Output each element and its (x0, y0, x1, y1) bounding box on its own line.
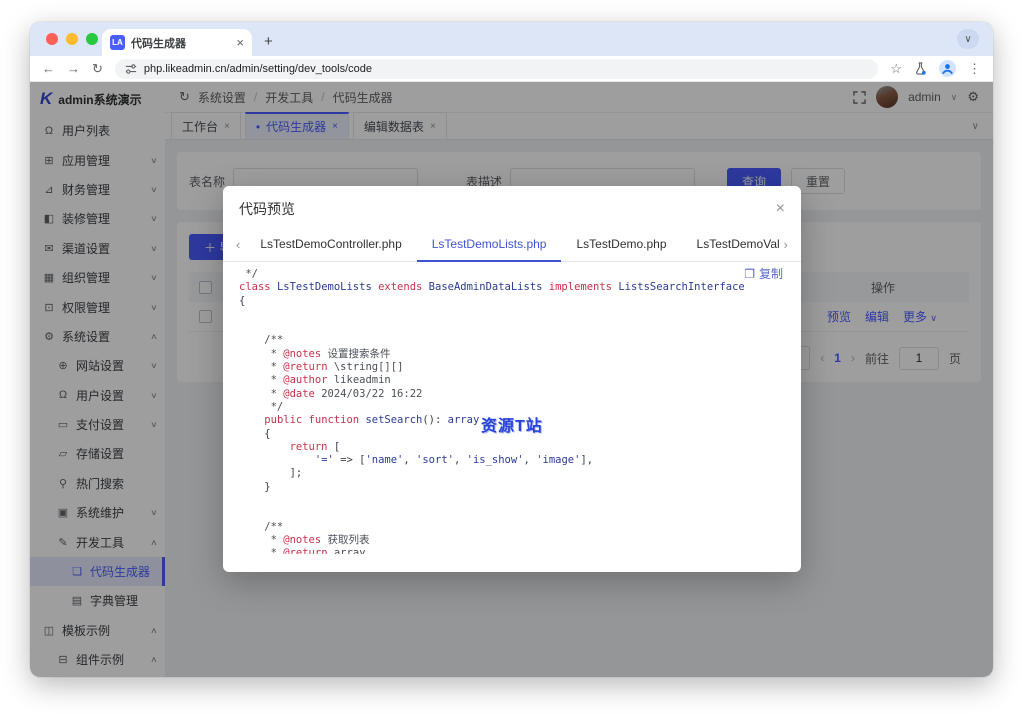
watermark: 资源T站 (481, 420, 543, 433)
minimize-window-button[interactable] (66, 33, 78, 45)
file-tabs-next-icon[interactable]: › (779, 237, 793, 252)
copy-label: 复制 (759, 268, 783, 281)
new-tab-button[interactable]: + (264, 33, 273, 50)
code-line (239, 494, 785, 507)
file-tab-list: LsTestDemoController.phpLsTestDemoLists.… (245, 228, 778, 262)
back-icon[interactable]: ← (42, 62, 55, 75)
forward-icon[interactable]: → (67, 62, 80, 75)
file-tab[interactable]: LsTestDemo.php (561, 228, 681, 262)
window-controls (46, 33, 98, 45)
code-line: * @return array (239, 547, 785, 554)
zoom-window-button[interactable] (86, 33, 98, 45)
code-preview-modal: 代码预览 × ‹ LsTestDemoController.phpLsTestD… (223, 186, 801, 572)
reload-icon[interactable]: ↻ (92, 62, 103, 75)
code-line: */ (239, 268, 785, 281)
browser-window: LA 代码生成器 × + ∨ ← → ↻ php.likeadmin.cn/ad… (30, 22, 993, 677)
code-line (239, 321, 785, 334)
modal-header: 代码预览 × (223, 186, 801, 228)
site-settings-icon[interactable] (125, 63, 137, 75)
tab-close-icon[interactable]: × (236, 36, 244, 49)
browser-tab-strip: LA 代码生成器 × + ∨ (30, 22, 993, 56)
kebab-menu-icon[interactable]: ⋮ (968, 62, 981, 75)
browser-tab[interactable]: LA 代码生成器 × (102, 29, 252, 56)
file-tab[interactable]: LsTestDemoController.php (245, 228, 416, 262)
modal-title: 代码预览 (239, 199, 295, 219)
code-line (239, 308, 785, 321)
file-tab[interactable]: LsTestDemoValidate.php (682, 228, 779, 262)
code-line: * @notes 获取列表 (239, 534, 785, 547)
code-line: class LsTestDemoLists extends BaseAdminD… (239, 281, 785, 294)
code-line: '=' => ['name', 'sort', 'is_show', 'imag… (239, 454, 785, 467)
file-tabs-prev-icon[interactable]: ‹ (231, 237, 245, 252)
code-line: { (239, 295, 785, 308)
code-line: return [ (239, 441, 785, 454)
url-bar[interactable]: php.likeadmin.cn/admin/setting/dev_tools… (115, 59, 878, 79)
code-block: */class LsTestDemoLists extends BaseAdmi… (239, 268, 785, 554)
experiments-flask-icon[interactable] (914, 62, 927, 75)
code-viewer[interactable]: ❐ 复制 */class LsTestDemoLists extends Bas… (223, 262, 801, 554)
bookmark-star-icon[interactable]: ☆ (890, 62, 902, 75)
toolbar-actions: ☆ ⋮ (890, 60, 981, 77)
favicon: LA (110, 35, 125, 50)
code-line (239, 507, 785, 520)
file-tabs: ‹ LsTestDemoController.phpLsTestDemoList… (223, 228, 801, 262)
code-line: * @date 2024/03/22 16:22 (239, 388, 785, 401)
code-line: * @return \string[][] (239, 361, 785, 374)
code-line: * @notes 设置搜索条件 (239, 348, 785, 361)
code-line: * @author likeadmin (239, 374, 785, 387)
modal-close-icon[interactable]: × (776, 201, 785, 217)
browser-toolbar: ← → ↻ php.likeadmin.cn/admin/setting/dev… (30, 56, 993, 82)
code-line: } (239, 481, 785, 494)
browser-tab-title: 代码生成器 (131, 35, 230, 51)
tab-search-chevron-icon[interactable]: ∨ (957, 29, 979, 49)
file-tab[interactable]: LsTestDemoLists.php (417, 228, 562, 262)
copy-icon: ❐ (744, 268, 755, 281)
code-line: /** (239, 521, 785, 534)
copy-button[interactable]: ❐ 复制 (744, 268, 783, 281)
code-line: */ (239, 401, 785, 414)
close-window-button[interactable] (46, 33, 58, 45)
code-line: ]; (239, 467, 785, 480)
code-line: /** (239, 334, 785, 347)
profile-icon[interactable] (939, 60, 956, 77)
url-text: php.likeadmin.cn/admin/setting/dev_tools… (144, 63, 372, 75)
